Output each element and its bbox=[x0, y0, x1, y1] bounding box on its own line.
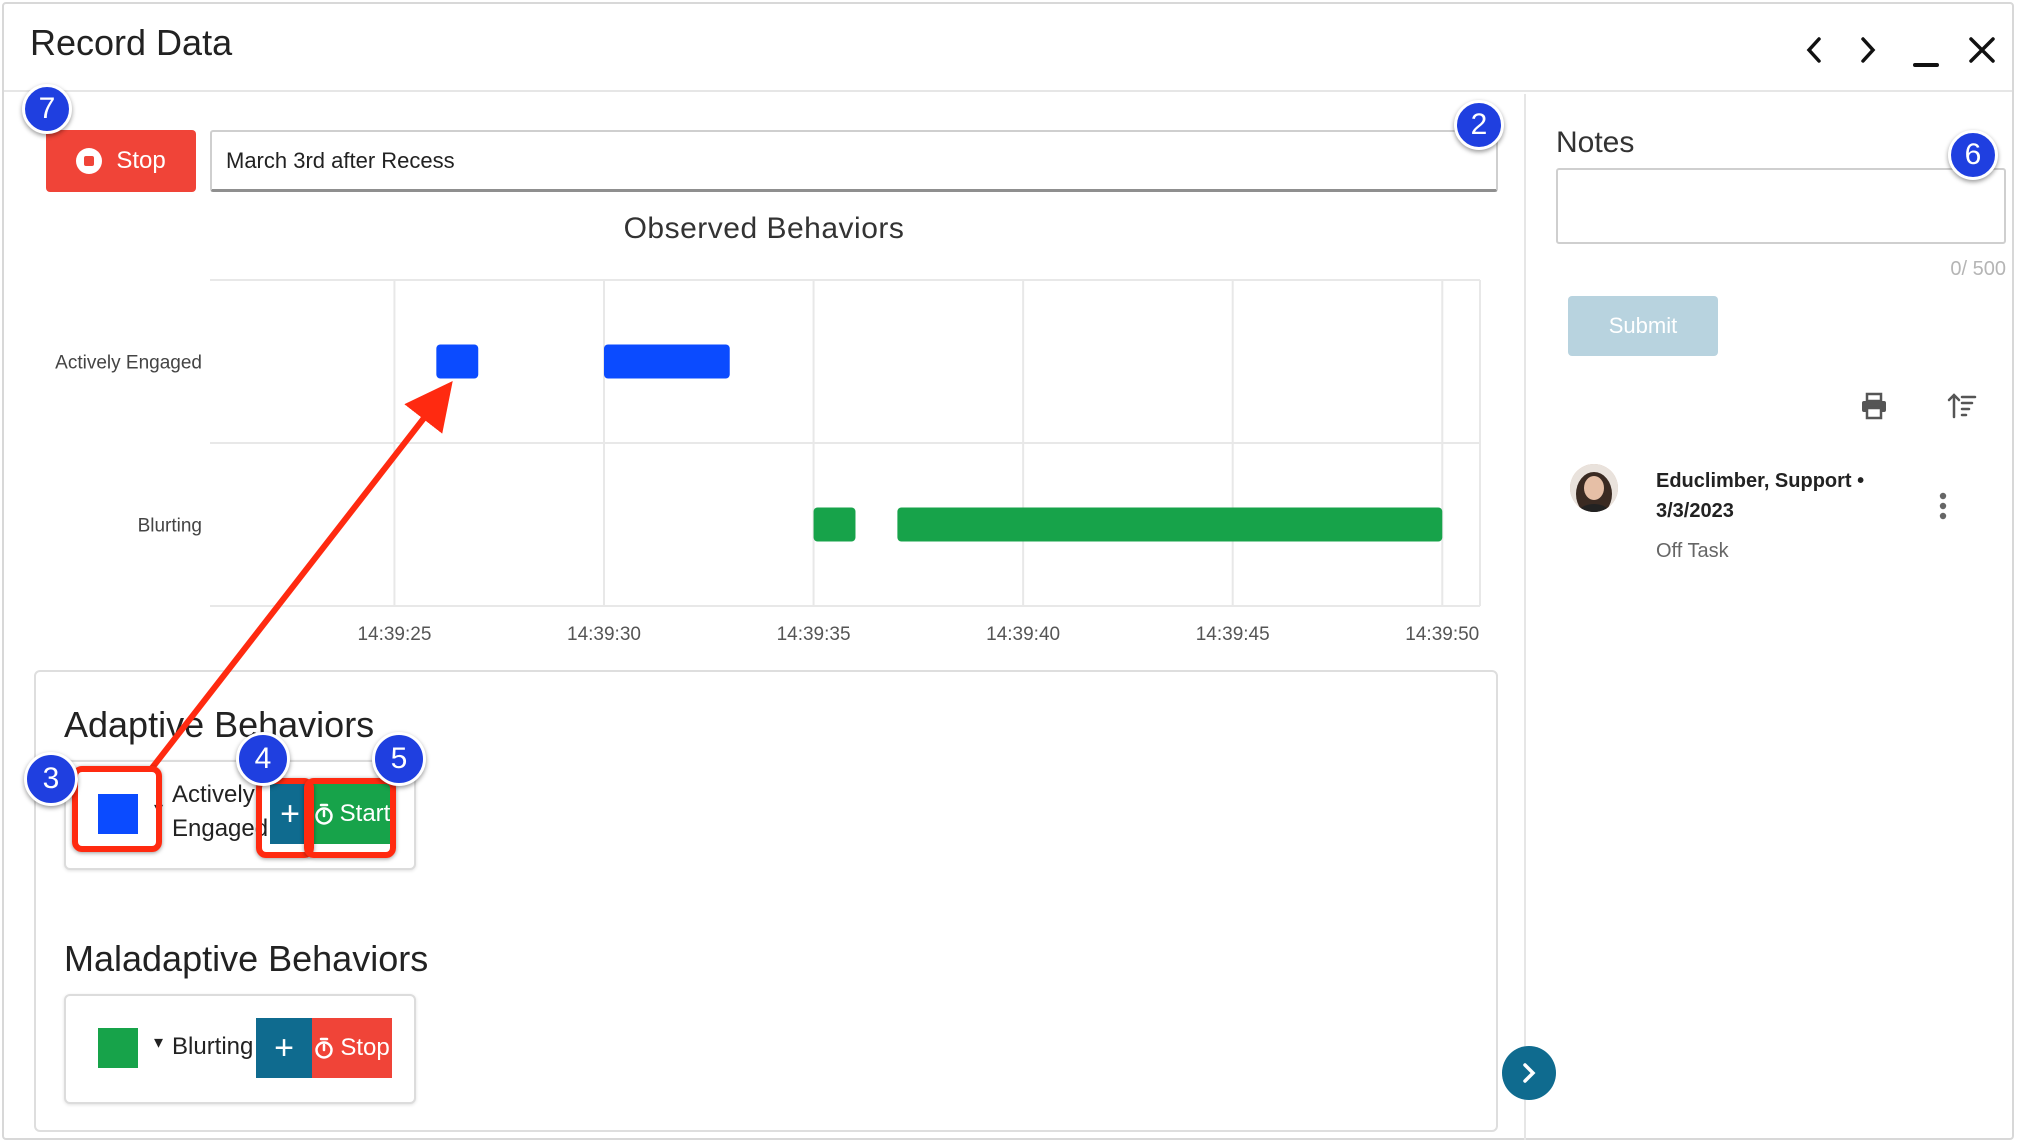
minimize-button[interactable] bbox=[1906, 30, 1946, 70]
character-counter: 0/ 500 bbox=[1950, 258, 2006, 280]
add-count-button[interactable]: + bbox=[256, 1018, 312, 1078]
sort-icon[interactable] bbox=[1942, 386, 1982, 426]
stopwatch-icon bbox=[315, 1037, 334, 1059]
previous-button[interactable] bbox=[1794, 30, 1834, 70]
timeline-bar bbox=[436, 344, 479, 379]
note-author-line2: 3/3/2023 bbox=[1656, 500, 1734, 522]
submit-button[interactable]: Submit bbox=[1568, 296, 1718, 356]
close-button[interactable] bbox=[1962, 30, 2002, 70]
behavior-timeline-chart: 14:39:25 14:39:30 14:39:35 14:39:40 14:39:45… bbox=[55, 279, 1481, 645]
maladaptive-behaviors-title: Maladaptive Behaviors bbox=[64, 938, 429, 979]
behavior-color-swatch[interactable] bbox=[98, 1028, 138, 1068]
annotation-badge-6: 6 bbox=[1948, 130, 1998, 180]
annotation-badge-7: 7 bbox=[22, 84, 72, 134]
minimize-icon bbox=[1913, 63, 1939, 67]
next-button[interactable] bbox=[1848, 30, 1888, 70]
note-tag: Off Task bbox=[1656, 540, 1729, 562]
recording-pane: Stop Observed Behaviors 14:39:2514:39:30… bbox=[4, 94, 1524, 1140]
close-icon bbox=[1969, 37, 1995, 63]
window-title: Record Data bbox=[30, 22, 233, 63]
y-category-label: Blurting bbox=[138, 516, 202, 537]
stop-timer-label: Stop bbox=[340, 1034, 390, 1061]
print-icon[interactable] bbox=[1854, 386, 1894, 426]
x-tick-label: 14:39:45 bbox=[1196, 624, 1270, 645]
x-tick-label: 14:39:40 bbox=[986, 624, 1060, 645]
note-author-line1: Educlimber, Support • bbox=[1656, 470, 1865, 492]
adaptive-behaviors-title: Adaptive Behaviors bbox=[64, 704, 375, 745]
note-author: Educlimber, Support • 3/3/2023 bbox=[1656, 466, 1886, 526]
chevron-left-icon bbox=[1806, 37, 1821, 63]
caret-down-icon[interactable]: ▾ bbox=[154, 1032, 163, 1053]
y-category-label: Actively Engaged bbox=[55, 353, 202, 374]
notes-label: Notes bbox=[1556, 126, 1635, 159]
annotation-badge-4: 4 bbox=[236, 732, 290, 786]
x-tick-label: 14:39:25 bbox=[357, 624, 431, 645]
behavior-card-blurting: ▾ Blurting + Stop bbox=[64, 994, 416, 1104]
x-tick-label: 14:39:30 bbox=[567, 624, 641, 645]
title-bar: Record Data bbox=[4, 4, 2012, 92]
chevron-right-icon bbox=[1861, 37, 1876, 63]
notes-input[interactable] bbox=[1556, 168, 2006, 244]
notes-pane: Notes 0/ 500 Submit Educlimber, Support … bbox=[1524, 94, 2014, 1140]
highlight-start-button bbox=[304, 778, 396, 858]
annotation-badge-5: 5 bbox=[372, 732, 426, 786]
highlight-color-swatch bbox=[72, 766, 162, 852]
behavior-label: Blurting bbox=[172, 1033, 254, 1060]
x-tick-label: 14:39:50 bbox=[1405, 624, 1479, 645]
annotation-badge-3: 3 bbox=[24, 752, 78, 806]
timeline-bar bbox=[897, 507, 1443, 542]
timeline-bar bbox=[813, 507, 856, 542]
stop-timer-button[interactable]: Stop bbox=[312, 1018, 392, 1078]
timeline-bar bbox=[603, 344, 730, 379]
x-tick-label: 14:39:35 bbox=[777, 624, 851, 645]
avatar bbox=[1570, 464, 1618, 512]
record-data-window: Record Data Stop Observed Behaviors 14:3… bbox=[2, 2, 2014, 1140]
expand-panel-button[interactable] bbox=[1502, 1046, 1556, 1100]
behavior-label-line2: Engaged bbox=[172, 815, 269, 842]
more-options-icon[interactable] bbox=[1928, 486, 1958, 526]
chevron-right-icon bbox=[1523, 1063, 1536, 1083]
annotation-badge-2: 2 bbox=[1454, 100, 1504, 150]
behavior-label: Actively Engaged bbox=[172, 778, 268, 846]
